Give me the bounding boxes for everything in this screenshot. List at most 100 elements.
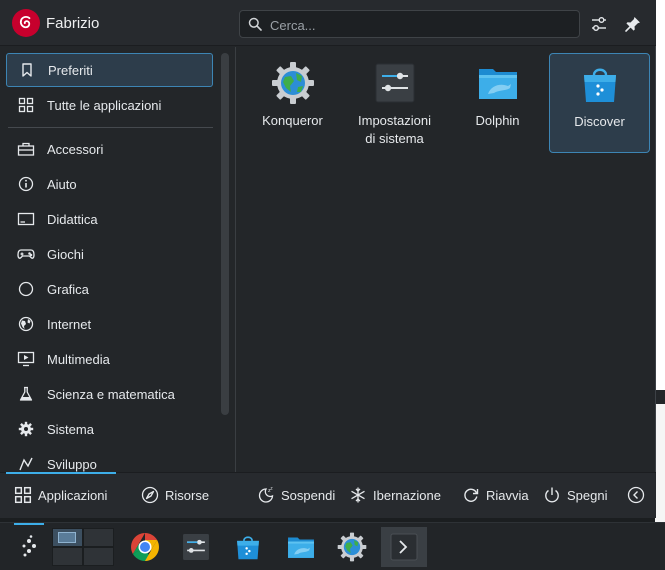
svg-text:z: z [271,486,273,491]
sidebar-item-aiuto[interactable]: Aiuto [6,167,213,201]
chrome-icon [131,533,159,561]
monitor-play-icon [16,349,36,369]
suspend-button[interactable]: z z Sospendi [257,481,335,509]
sidebar-item-preferiti[interactable]: Preferiti [6,53,213,87]
snowflake-icon [351,487,365,503]
action-label: Riavvia [486,487,529,503]
debian-logo-icon [19,16,31,29]
sidebar-item-label: Tutte le applicazioni [47,97,162,113]
launcher-active-indicator [14,523,44,525]
sidebar-item-label: Accessori [47,141,104,157]
sidebar-item-label: Preferiti [48,62,93,78]
gear-icon [16,419,36,439]
search-icon [248,17,262,31]
user-avatar[interactable] [12,9,40,37]
taskbar-chrome[interactable] [125,527,165,567]
sidebar-item-all-apps[interactable]: Tutte le applicazioni [6,88,213,122]
sidebar-scrollbar[interactable] [221,53,229,415]
app-tile-discover[interactable]: Discover [549,53,650,153]
user-name[interactable]: Fabrizio [46,15,99,32]
sidebar-item-sviluppo[interactable]: Sviluppo [6,447,213,472]
konqueror-globe-icon [271,62,314,104]
moon-sleep-icon: z z [258,486,274,503]
kde-launcher-icon [22,535,36,557]
tab-applicazioni[interactable]: Applicazioni [14,481,107,509]
restart-icon [464,488,479,502]
configure-button[interactable] [587,12,611,36]
launcher-footer: Applicazioni Risorse z z Sospendi Iberna… [0,472,656,518]
power-icon [545,487,559,503]
search-field[interactable] [239,10,580,38]
action-label: Ibernazione [373,487,441,503]
discover-icon [237,536,259,560]
sidebar-item-multimedia[interactable]: Multimedia [6,342,213,376]
sidebar-item-accessori[interactable]: Accessori [6,132,213,166]
flask-icon [16,384,36,404]
sidebar-item-label: Multimedia [47,351,110,367]
pager-desktop-3[interactable] [52,547,83,566]
search-input[interactable] [270,16,570,34]
pin-button[interactable] [621,12,645,36]
sidebar-item-label: Aiuto [47,176,77,192]
app-tile-system-settings[interactable]: Impostazioni di sistema [344,53,445,153]
app-label: Discover [574,114,625,129]
sidebar-item-grafica[interactable]: Grafica [6,272,213,306]
restart-button[interactable]: Riavvia [462,481,529,509]
development-icon [16,454,36,472]
info-icon [16,174,36,194]
action-label: Sospendi [281,487,336,503]
tab-risorse[interactable]: Risorse [141,481,209,509]
hibernate-button[interactable]: Ibernazione [349,481,441,509]
taskbar-dolphin[interactable] [281,527,321,567]
compass-icon [141,486,159,504]
sidebar-item-didattica[interactable]: Didattica [6,202,213,236]
taskbar [0,522,665,570]
globe-icon [16,314,36,334]
taskbar-konqueror[interactable] [332,527,372,567]
dolphin-folder-icon [478,69,517,99]
sliders-icon [592,17,606,31]
pager-desktop-4[interactable] [83,547,114,566]
sidebar-item-label: Scienza e matematica [47,386,175,402]
sidebar-item-giochi[interactable]: Giochi [6,237,213,271]
kde-launcher-button[interactable] [9,527,49,567]
category-sidebar: Preferiti Tutte le applicazioni Accessor… [0,47,232,472]
more-actions-button[interactable] [627,481,645,509]
taskbar-discover[interactable] [228,527,268,567]
tab-label: Applicazioni [38,487,108,503]
active-tab-indicator [6,472,116,474]
sidebar-item-label: Grafica [47,281,89,297]
sidebar-item-scienza[interactable]: Scienza e matematica [6,377,213,411]
app-label: Konqueror [262,113,323,128]
pager-desktop-2[interactable] [83,528,114,547]
tab-label: Risorse [165,487,210,503]
sidebar-item-internet[interactable]: Internet [6,307,213,341]
app-label: Impostazioni di sistema [358,113,431,146]
sidebar-item-sistema[interactable]: Sistema [6,412,213,446]
virtual-desktop-pager[interactable] [52,528,114,566]
sidebar-divider [8,127,213,128]
action-label: Spegni [567,487,608,503]
gamepad-icon [16,244,36,264]
sidebar-item-label: Sistema [47,421,94,437]
bookmark-icon [17,60,37,80]
dolphin-icon [288,537,314,558]
app-tile-konqueror[interactable]: Konqueror [242,53,343,153]
sidebar-item-label: Giochi [47,246,84,262]
discover-bag-icon [583,68,616,102]
taskbar-system-settings[interactable] [176,527,216,567]
taskbar-konsole[interactable] [381,527,427,567]
shutdown-button[interactable]: Spegni [543,481,607,509]
toolbox-icon [16,139,36,159]
app-tile-dolphin[interactable]: Dolphin [447,53,548,153]
education-icon [16,209,36,229]
grid-icon [14,486,32,504]
pager-desktop-1[interactable] [52,528,83,547]
application-launcher: Fabrizio Cerca... Preferiti Tutte le app… [0,0,656,518]
konsole-icon [390,533,418,561]
system-settings-icon [183,534,209,560]
sidebar-separator [235,47,236,472]
chevron-left-circle-icon [627,486,645,504]
background-terminal-window [655,0,665,522]
sidebar-item-label: Sviluppo [47,456,97,472]
